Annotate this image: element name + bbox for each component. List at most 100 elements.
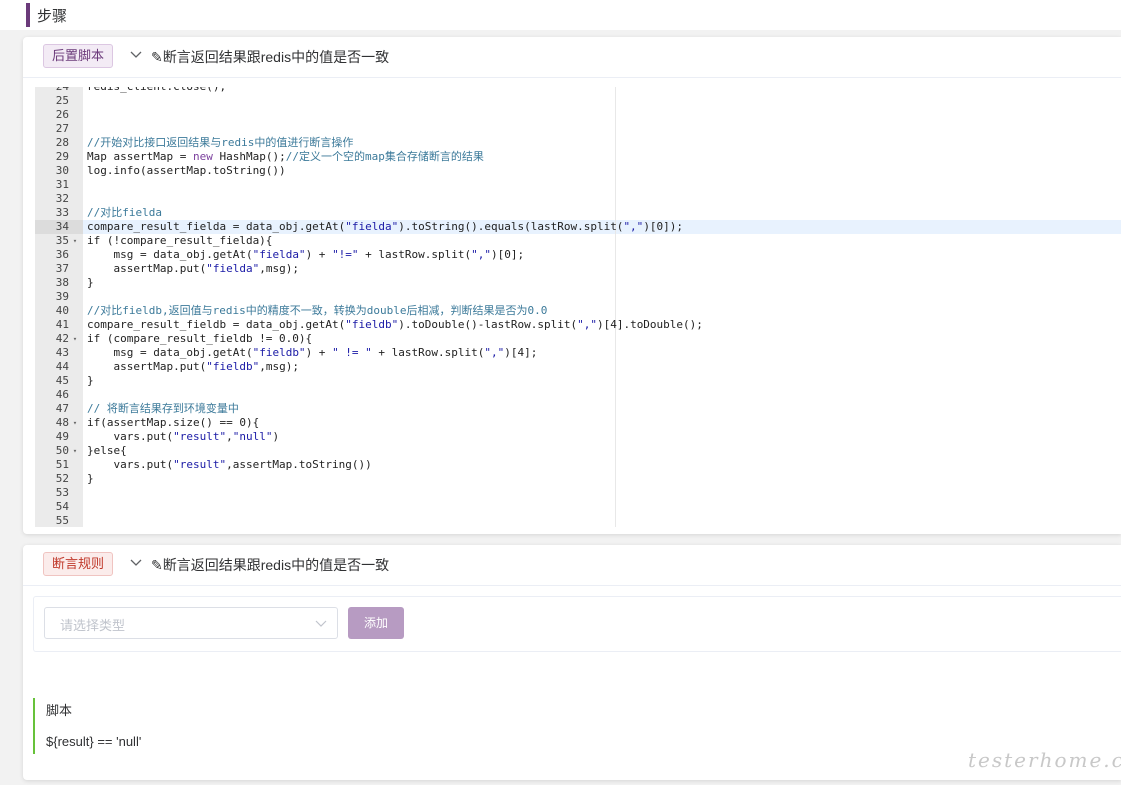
line-number: 38	[55, 276, 69, 289]
code-text: vars.put("result",assertMap.toString())	[87, 458, 372, 471]
code-line: 46	[35, 388, 1121, 402]
line-number: 43	[55, 346, 69, 359]
code-text: compare_result_fielda = data_obj.getAt("…	[87, 220, 684, 233]
code-text: }else{	[87, 444, 127, 457]
line-number: 55	[55, 514, 69, 527]
code-text: compare_result_fieldb = data_obj.getAt("…	[87, 318, 703, 331]
line-number: 37	[55, 262, 69, 275]
code-line: 30 log.info(assertMap.toString())	[35, 164, 1121, 178]
code-line: 43 msg = data_obj.getAt("fieldb") + " !=…	[35, 346, 1121, 360]
line-number: 48	[55, 416, 69, 429]
line-number: 26	[55, 108, 69, 121]
code-text: log.info(assertMap.toString())	[87, 164, 286, 177]
code-text: vars.put("result","null")	[87, 430, 280, 443]
post-script-tag: 后置脚本	[43, 44, 114, 68]
line-number: 44	[55, 360, 69, 373]
code-line: 25	[35, 94, 1121, 108]
code-line: 55	[35, 514, 1121, 527]
line-number: 27	[55, 122, 69, 135]
code-line: 28 //开始对比接口返回结果与redis中的值进行断言操作	[35, 136, 1121, 150]
line-number: 33	[55, 206, 69, 219]
watermark: testerhome.com	[968, 748, 1121, 772]
chevron-down-icon[interactable]	[129, 556, 143, 570]
script-label: 脚本	[46, 703, 73, 718]
code-text: assertMap.put("fielda",msg);	[87, 262, 299, 275]
line-number: 32	[55, 192, 69, 205]
line-number: 35	[55, 234, 69, 247]
code-line: 37 assertMap.put("fielda",msg);	[35, 262, 1121, 276]
line-number: 50	[55, 444, 69, 457]
code-line: 47 // 将断言结果存到环境变量中	[35, 402, 1121, 416]
line-number: 24	[35, 87, 69, 94]
code-line: 44 assertMap.put("fieldb",msg);	[35, 360, 1121, 374]
code-text: //开始对比接口返回结果与redis中的值进行断言操作	[87, 136, 354, 149]
line-number: 46	[55, 388, 69, 401]
code-text: // 将断言结果存到环境变量中	[87, 402, 239, 415]
code-line: 45}	[35, 374, 1121, 388]
code-text: //对比fieldb,返回值与redis中的精度不一致，转换为double后相减…	[87, 304, 548, 317]
line-number: 42	[55, 332, 69, 345]
code-line: 52}	[35, 472, 1121, 486]
post-script-card: 后置脚本 ✎断言返回结果跟redis中的值是否一致 24 redis_client…	[23, 37, 1121, 534]
code-line: 51 vars.put("result",assertMap.toString(…	[35, 458, 1121, 472]
post-script-step-name: ✎断言返回结果跟redis中的值是否一致	[151, 49, 390, 65]
line-number: 47	[55, 402, 69, 415]
code-line: 54	[35, 500, 1121, 514]
code-line: 40 //对比fieldb,返回值与redis中的精度不一致，转换为double后…	[35, 304, 1121, 318]
line-number: 34	[55, 220, 69, 233]
script-assertion: 脚本 ${result} == 'null'	[33, 698, 415, 754]
chevron-down-icon[interactable]	[129, 48, 143, 62]
code-line: 34 compare_result_fielda = data_obj.getAt…	[35, 220, 1121, 234]
code-line: 50 ▾ }else{	[35, 444, 1121, 458]
line-number: 36	[55, 248, 69, 261]
code-line: 29 Map assertMap = new HashMap();//定义一个空的…	[35, 150, 1121, 164]
line-number: 51	[55, 458, 69, 471]
assert-form: 请选择类型 添加	[33, 596, 1121, 652]
code-text: redis_client.close();	[87, 87, 226, 94]
line-number: 40	[55, 304, 69, 317]
code-line: 48 ▾ if(assertMap.size() == 0){	[35, 416, 1121, 430]
code-text: msg = data_obj.getAt("fieldb") + " != " …	[87, 346, 538, 359]
add-button[interactable]: 添加	[348, 607, 404, 639]
line-number: 28	[55, 136, 69, 149]
type-select-placeholder: 请选择类型	[60, 618, 126, 633]
code-line: 39	[35, 290, 1121, 304]
code-line: 38}	[35, 276, 1121, 290]
code-text: }	[87, 472, 94, 485]
fold-toggle-icon[interactable]: ▾	[71, 416, 79, 430]
line-number: 45	[55, 374, 69, 387]
code-text: assertMap.put("fieldb",msg);	[87, 360, 299, 373]
top-bar: 步骤	[0, 0, 1121, 30]
line-number: 30	[55, 164, 69, 177]
assert-rule-header[interactable]: 断言规则 ✎断言返回结果跟redis中的值是否一致	[23, 545, 1121, 586]
assert-rule-card: 断言规则 ✎断言返回结果跟redis中的值是否一致 请选择类型 添加 脚本 ${…	[23, 545, 1121, 780]
script-expression: ${result} == 'null'	[46, 734, 142, 749]
code-line: 26	[35, 108, 1121, 122]
line-number: 29	[55, 150, 69, 163]
code-line: 31	[35, 178, 1121, 192]
code-text: if (!compare_result_fielda){	[87, 234, 273, 247]
line-number: 54	[55, 500, 69, 513]
type-select[interactable]: 请选择类型	[44, 607, 338, 639]
chevron-down-icon	[315, 620, 327, 627]
code-text: if(assertMap.size() == 0){	[87, 416, 260, 429]
code-line: 33 //对比fielda	[35, 206, 1121, 220]
code-editor[interactable]: 24 redis_client.close(); 25262728 //开始对比接口返…	[35, 87, 1121, 527]
section-title: 步骤	[37, 8, 68, 25]
line-number: 39	[55, 290, 69, 303]
line-number: 52	[55, 472, 69, 485]
code-line: 27	[35, 122, 1121, 136]
code-text: msg = data_obj.getAt("fielda") + "!=" + …	[87, 248, 525, 261]
code-text: if (compare_result_fieldb != 0.0){	[87, 332, 313, 345]
code-line: 42 ▾ if (compare_result_fieldb != 0.0){	[35, 332, 1121, 346]
code-line: 35 ▾ if (!compare_result_fielda){	[35, 234, 1121, 248]
fold-toggle-icon[interactable]: ▾	[71, 444, 79, 458]
line-number: 31	[55, 178, 69, 191]
code-text: //对比fielda	[87, 206, 162, 219]
assert-rule-tag: 断言规则	[43, 552, 114, 576]
line-number: 49	[55, 430, 69, 443]
fold-toggle-icon[interactable]: ▾	[71, 234, 79, 248]
fold-toggle-icon[interactable]: ▾	[71, 332, 79, 346]
code-text: Map assertMap = new HashMap();//定义一个空的ma…	[87, 150, 484, 163]
post-script-header[interactable]: 后置脚本 ✎断言返回结果跟redis中的值是否一致	[23, 37, 1121, 78]
